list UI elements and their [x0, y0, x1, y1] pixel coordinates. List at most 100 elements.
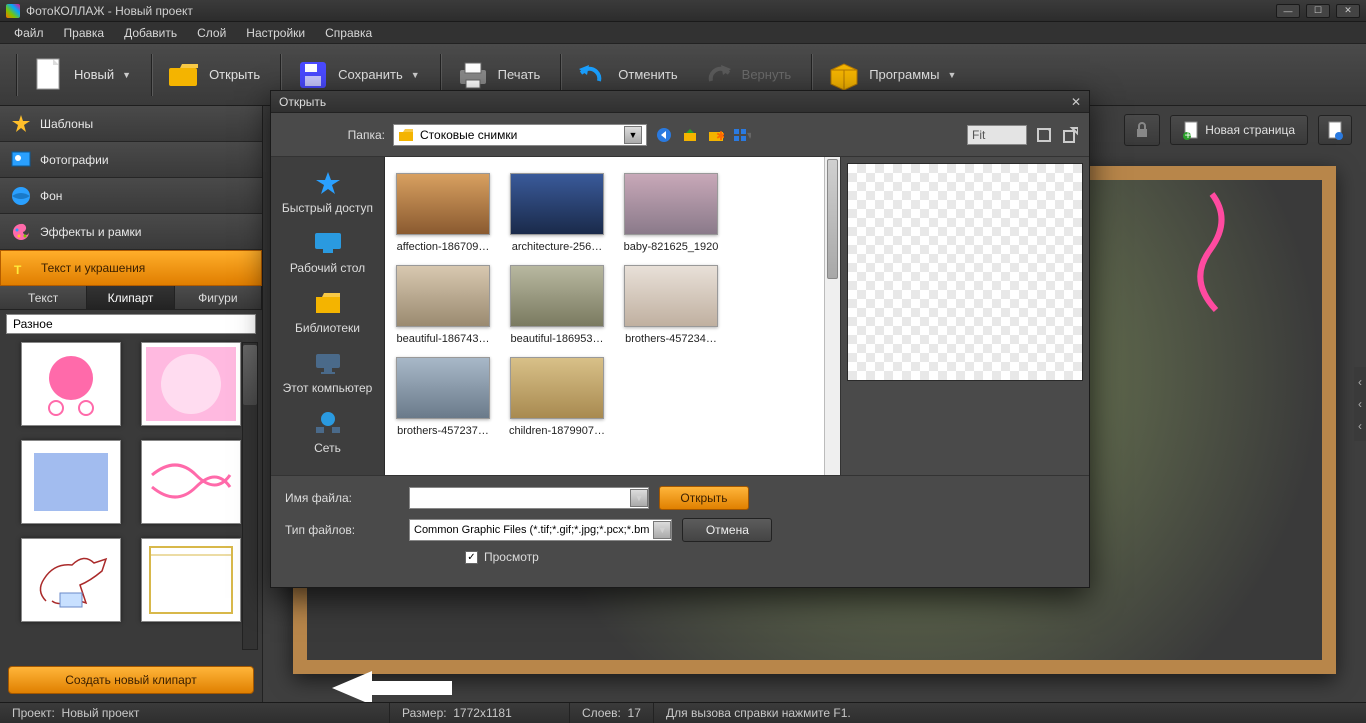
programs-label: Программы — [869, 67, 939, 82]
sidebar-item-templates[interactable]: Шаблоны — [0, 106, 262, 142]
lock-icon[interactable] — [1133, 121, 1151, 139]
file-name: children-1879907… — [507, 425, 607, 437]
filetype-select[interactable]: Common Graphic Files (*.tif;*.gif;*.jpg;… — [409, 519, 672, 541]
clipart-tile[interactable] — [141, 342, 241, 426]
nav-quick-access[interactable]: Быстрый доступ — [271, 165, 384, 225]
preview-checkbox[interactable]: ✓ — [465, 551, 478, 564]
status-bar: Проект: Новый проект Размер: 1772x1181 С… — [0, 702, 1366, 723]
svg-text:▾: ▾ — [747, 128, 751, 142]
file-thumbnail — [510, 357, 604, 419]
clipart-tile[interactable] — [141, 538, 241, 622]
file-item[interactable]: brothers-457234… — [621, 265, 721, 345]
view-menu-icon[interactable]: ▾ — [733, 126, 751, 144]
file-name: beautiful-186953… — [507, 333, 607, 345]
nav-label: Быстрый доступ — [282, 201, 373, 215]
window-close-button[interactable]: ✕ — [1336, 4, 1360, 18]
new-button[interactable]: Новый ▼ — [24, 52, 141, 98]
file-name: brothers-457234… — [621, 333, 721, 345]
clipart-category-select[interactable]: Разное — [6, 314, 256, 334]
tab-clipart[interactable]: Клипарт — [87, 286, 174, 309]
filetype-label: Тип файлов: — [285, 523, 379, 537]
tab-figures[interactable]: Фигури — [175, 286, 262, 309]
file-item[interactable]: children-1879907… — [507, 357, 607, 437]
sidebar-item-label: Фотографии — [40, 153, 109, 167]
menu-layer[interactable]: Слой — [187, 24, 236, 42]
chevron-down-icon[interactable]: ▼ — [624, 126, 642, 144]
dialog-close-button[interactable]: ✕ — [1071, 95, 1081, 109]
folder-combo[interactable]: Стоковые снимки ▼ — [393, 124, 647, 146]
clipart-tile[interactable] — [21, 538, 121, 622]
canvas-right-chevrons: ‹ ‹ ‹ — [1354, 367, 1366, 441]
create-clipart-label: Создать новый клипарт — [65, 673, 196, 687]
dialog-title: Открыть — [279, 95, 326, 109]
new-page-label: Новая страница — [1205, 123, 1295, 137]
sidebar-item-photos[interactable]: Фотографии — [0, 142, 262, 178]
nav-label: Этот компьютер — [283, 381, 373, 395]
dialog-title-bar[interactable]: Открыть ✕ — [271, 91, 1089, 113]
sidebar-item-text-decor[interactable]: T Текст и украшения — [0, 250, 262, 286]
file-item[interactable]: beautiful-186953… — [507, 265, 607, 345]
page-settings-button[interactable] — [1318, 115, 1352, 145]
scrollbar-thumb[interactable] — [827, 159, 838, 279]
file-name: brothers-457237… — [393, 425, 493, 437]
nav-libraries[interactable]: Библиотеки — [271, 285, 384, 345]
scrollbar-thumb[interactable] — [243, 345, 257, 405]
filetype-value: Common Graphic Files (*.tif;*.gif;*.jpg;… — [410, 524, 653, 536]
page-add-icon: + — [1183, 120, 1199, 140]
preview-fullscreen-icon[interactable] — [1035, 126, 1053, 144]
new-folder-icon[interactable]: ✱ — [707, 126, 725, 144]
nav-up-icon[interactable] — [681, 126, 699, 144]
file-item[interactable]: architecture-256… — [507, 173, 607, 253]
dialog-open-button[interactable]: Открыть — [659, 486, 749, 510]
nav-back-icon[interactable] — [655, 126, 673, 144]
chevron-down-icon[interactable]: ▼ — [630, 489, 648, 507]
nav-label: Рабочий стол — [290, 261, 365, 275]
menu-edit[interactable]: Правка — [54, 24, 115, 42]
clipart-scrollbar[interactable] — [242, 342, 258, 650]
file-item[interactable]: beautiful-186743… — [393, 265, 493, 345]
new-label: Новый — [74, 67, 114, 82]
palette-icon — [10, 221, 32, 243]
folder-value: Стоковые снимки — [420, 128, 517, 142]
tab-text[interactable]: Текст — [0, 286, 87, 309]
app-title: ФотоКОЛЛАЖ - Новый проект — [26, 4, 193, 18]
undo-label: Отменить — [618, 67, 677, 82]
create-clipart-button[interactable]: Создать новый клипарт — [8, 666, 254, 694]
menu-bar: Файл Правка Добавить Слой Настройки Спра… — [0, 22, 1366, 44]
preview-fit-select[interactable]: Fit — [967, 125, 1027, 145]
nav-desktop[interactable]: Рабочий стол — [271, 225, 384, 285]
file-item[interactable]: affection-186709… — [393, 173, 493, 253]
chevron-left-icon[interactable]: ‹ — [1358, 375, 1362, 389]
new-page-button[interactable]: + Новая страница — [1170, 115, 1308, 145]
menu-add[interactable]: Добавить — [114, 24, 187, 42]
clipart-tile[interactable] — [21, 440, 121, 524]
file-list-scrollbar[interactable] — [824, 157, 840, 475]
dialog-cancel-button[interactable]: Отмена — [682, 518, 772, 542]
file-item[interactable]: baby-821625_1920 — [621, 173, 721, 253]
chevron-down-icon[interactable]: ▼ — [653, 521, 671, 539]
sidebar-item-background[interactable]: Фон — [0, 178, 262, 214]
window-minimize-button[interactable]: — — [1276, 4, 1300, 18]
open-button[interactable]: Открыть — [159, 52, 270, 98]
sidebar-item-effects[interactable]: Эффекты и рамки — [0, 214, 262, 250]
nav-network[interactable]: Сеть — [271, 405, 384, 465]
menu-help[interactable]: Справка — [315, 24, 382, 42]
chevron-left-icon[interactable]: ‹ — [1358, 397, 1362, 411]
preview-export-icon[interactable] — [1061, 126, 1079, 144]
menu-file[interactable]: Файл — [4, 24, 54, 42]
folder-label: Папка: — [281, 128, 385, 142]
chevron-left-icon[interactable]: ‹ — [1358, 419, 1362, 433]
nav-this-pc[interactable]: Этот компьютер — [271, 345, 384, 405]
file-name: beautiful-186743… — [393, 333, 493, 345]
file-thumbnail — [396, 173, 490, 235]
folder-small-icon — [398, 128, 414, 142]
window-maximize-button[interactable]: ☐ — [1306, 4, 1330, 18]
filename-input[interactable]: ▼ — [409, 487, 649, 509]
clipart-tile[interactable] — [141, 440, 241, 524]
status-size-value: 1772x1181 — [453, 706, 512, 720]
menu-settings[interactable]: Настройки — [236, 24, 315, 42]
dialog-top-row: Папка: Стоковые снимки ▼ ✱ ▾ Fit — [271, 113, 1089, 157]
file-item[interactable]: brothers-457237… — [393, 357, 493, 437]
clipart-tile[interactable] — [21, 342, 121, 426]
chevron-down-icon: ▼ — [411, 70, 420, 80]
